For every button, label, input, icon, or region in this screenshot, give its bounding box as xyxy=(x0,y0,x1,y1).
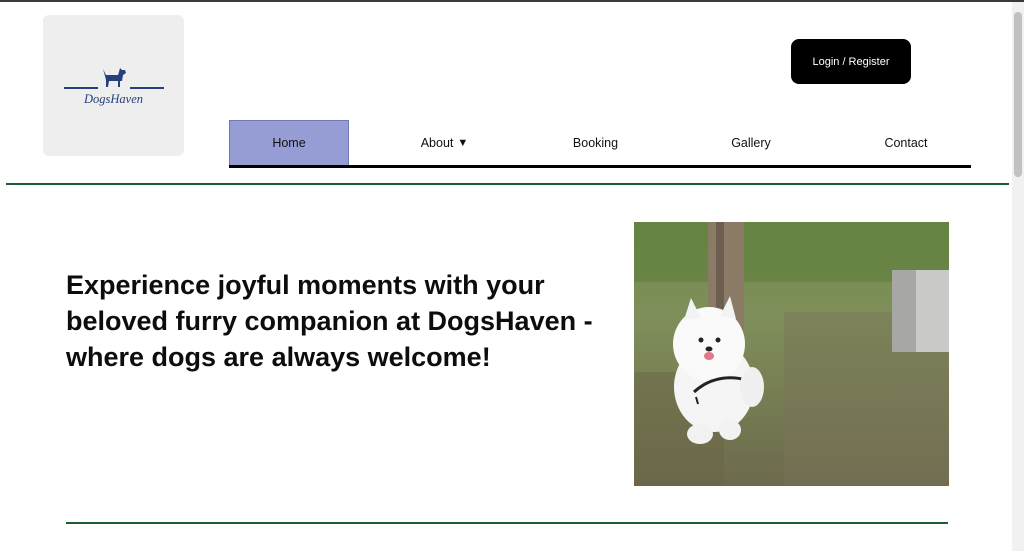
scrollbar-thumb[interactable] xyxy=(1014,12,1022,177)
caret-down-icon: ▼ xyxy=(457,136,469,149)
nav-item-label: Contact xyxy=(884,135,928,150)
site-logo[interactable]: DogsHaven xyxy=(43,15,184,156)
nav-item-home[interactable]: Home xyxy=(229,120,349,165)
nav-item-booking[interactable]: Booking xyxy=(540,120,651,165)
logo-text: DogsHaven xyxy=(83,92,143,106)
main-nav: Home About ▼ Booking Gallery Contact xyxy=(229,120,971,165)
logo-left-line xyxy=(64,87,98,89)
hero-dog-photo xyxy=(634,222,949,486)
nav-item-label: Gallery xyxy=(731,135,771,150)
nav-item-contact[interactable]: Contact xyxy=(851,120,961,165)
nav-item-about[interactable]: About ▼ xyxy=(349,120,540,165)
header-divider xyxy=(6,183,1009,185)
login-register-button[interactable]: Login / Register xyxy=(791,39,911,84)
nav-underline xyxy=(229,165,971,168)
window-top-border xyxy=(0,0,1024,2)
vertical-scrollbar[interactable] xyxy=(1012,2,1024,551)
dog-icon xyxy=(103,68,126,87)
nav-item-label: Booking xyxy=(572,135,619,150)
logo-right-line xyxy=(130,87,164,89)
nav-item-label: About xyxy=(420,135,454,150)
nav-item-gallery[interactable]: Gallery xyxy=(651,120,851,165)
hero-headline: Experience joyful moments with your belo… xyxy=(66,270,593,372)
nav-item-label: Home xyxy=(272,136,306,150)
section-divider xyxy=(66,522,948,524)
